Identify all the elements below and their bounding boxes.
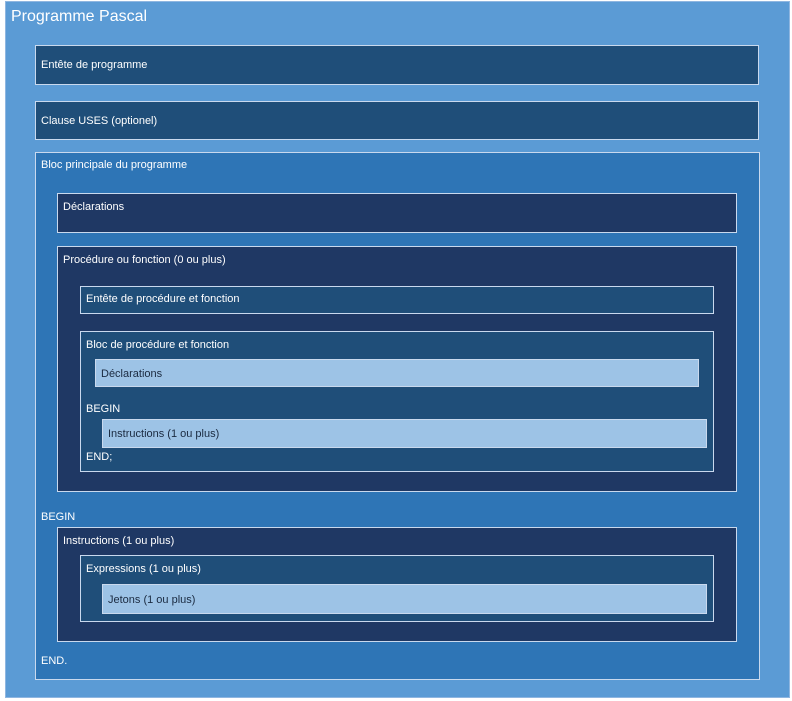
main-end-keyword: END. [41,655,68,667]
main-begin-keyword: BEGIN [41,511,76,523]
program-header-label: Entête de programme [41,59,148,71]
procedure-block-box [80,331,714,472]
procedure-declarations-box [95,359,699,387]
tokens-label: Jetons (1 ou plus) [108,594,196,606]
procedure-block-label: Bloc de procédure et fonction [86,339,230,351]
procedure-label: Procédure ou fonction (0 ou plus) [63,254,226,266]
procedure-instructions-label: Instructions (1 ou plus) [108,428,220,440]
expressions-label: Expressions (1 ou plus) [86,563,201,575]
procedure-declarations-label: Déclarations [101,368,163,380]
main-declarations-box [57,193,737,233]
main-block-label: Bloc principale du programme [41,159,188,171]
procedure-end-keyword: END; [86,451,113,463]
procedure-begin-keyword: BEGIN [86,403,121,415]
uses-clause-label: Clause USES (optionel) [41,115,158,127]
main-declarations-label: Déclarations [63,201,125,213]
procedure-header-label: Entête de procédure et fonction [86,293,240,305]
diagram-title: Programme Pascal [11,8,148,25]
main-instructions-label: Instructions (1 ou plus) [63,535,175,547]
